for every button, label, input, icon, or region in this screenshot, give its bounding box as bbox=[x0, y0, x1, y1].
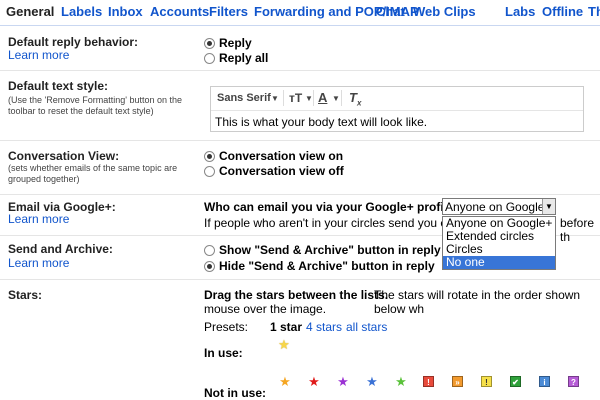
text-color-icon[interactable]: A bbox=[318, 90, 327, 105]
tab-web-clips[interactable]: Web Clips bbox=[413, 4, 476, 19]
green-check-icon[interactable]: ✔ bbox=[510, 376, 521, 387]
chevron-down-icon[interactable]: ▼ bbox=[305, 94, 313, 103]
tab-offline[interactable]: Offline bbox=[542, 4, 583, 19]
tab-themes[interactable]: Th bbox=[588, 4, 600, 19]
chevron-down-icon[interactable]: ▼ bbox=[271, 94, 279, 103]
blue-info-icon[interactable]: i bbox=[539, 376, 550, 387]
google-plus-select[interactable]: Anyone on Google+ ▼ bbox=[442, 198, 556, 215]
font-select[interactable]: Sans Serif bbox=[217, 92, 271, 104]
red-bang-icon[interactable]: ! bbox=[423, 376, 434, 387]
radio-icon[interactable] bbox=[204, 52, 215, 64]
conversation-on-option[interactable]: Conversation view on bbox=[204, 149, 343, 163]
radio-label: Reply all bbox=[219, 51, 269, 65]
google-plus-dropdown[interactable]: Anyone on Google+ Extended circles Circl… bbox=[442, 216, 556, 270]
radio-label: Hide "Send & Archive" button in reply bbox=[219, 259, 435, 273]
learn-more-link[interactable]: Learn more bbox=[8, 212, 69, 226]
text-size-icon[interactable]: ᴛT bbox=[289, 91, 302, 105]
tab-accounts[interactable]: Accounts bbox=[150, 4, 209, 19]
blue-star-icon[interactable]: ★ bbox=[365, 375, 379, 388]
radio-label: Show "Send & Archive" button in reply bbox=[219, 243, 441, 257]
yellow-bang-icon[interactable]: ! bbox=[481, 376, 492, 387]
stars-instructions: The stars will rotate in the order shown… bbox=[374, 288, 581, 316]
section-label: Stars: bbox=[8, 288, 43, 302]
tab-filters[interactable]: Filters bbox=[209, 4, 248, 19]
dropdown-option-highlighted[interactable]: No one bbox=[443, 256, 555, 269]
chevron-down-icon[interactable]: ▼ bbox=[332, 94, 340, 103]
in-use-label: In use: bbox=[204, 346, 243, 360]
section-label: Conversation View: bbox=[8, 149, 120, 163]
chevron-down-icon[interactable]: ▼ bbox=[542, 199, 555, 214]
radio-selected-icon[interactable] bbox=[204, 150, 215, 162]
radio-label: Conversation view on bbox=[219, 149, 344, 163]
preset-1-star[interactable]: 1 star bbox=[270, 320, 302, 334]
learn-more-link[interactable]: Learn more bbox=[8, 256, 69, 270]
tab-chat[interactable]: Chat bbox=[376, 4, 405, 19]
show-send-archive-option[interactable]: Show "Send & Archive" button in reply bbox=[204, 243, 441, 257]
tab-inbox[interactable]: Inbox bbox=[108, 4, 143, 19]
tab-labels[interactable]: Labels bbox=[61, 4, 102, 19]
purple-star-icon[interactable]: ★ bbox=[336, 375, 350, 388]
remove-formatting-icon[interactable]: Tx bbox=[349, 90, 361, 108]
stars-section: Stars: Drag the stars between the lists.… bbox=[0, 280, 600, 400]
radio-label: Conversation view off bbox=[219, 164, 344, 178]
reply-behavior-section: Default reply behavior: Learn more Reply… bbox=[0, 27, 600, 71]
divider bbox=[341, 90, 342, 106]
yellow-star-icon[interactable]: ★ bbox=[277, 338, 291, 351]
reply-option[interactable]: Reply bbox=[204, 36, 252, 50]
editor-toolbar: Sans Serif ▼ ᴛT ▼ A ▼ Tx bbox=[211, 87, 583, 111]
learn-more-link[interactable]: Learn more bbox=[8, 48, 69, 62]
section-hint: (Use the 'Remove Formatting' button on t… bbox=[8, 95, 183, 116]
section-label: Default reply behavior: bbox=[8, 35, 139, 49]
preset-all-stars[interactable]: all stars bbox=[346, 320, 387, 334]
green-star-icon[interactable]: ★ bbox=[394, 375, 408, 388]
not-in-use-label: Not in use: bbox=[204, 386, 266, 400]
settings-tabs: General Labels Inbox Accounts Filters Fo… bbox=[0, 0, 600, 26]
radio-selected-icon[interactable] bbox=[204, 260, 215, 272]
tab-general[interactable]: General bbox=[6, 4, 54, 19]
google-plus-question: Who can email you via your Google+ profi… bbox=[204, 200, 462, 214]
section-label: Send and Archive: bbox=[8, 242, 113, 256]
divider bbox=[283, 90, 284, 106]
preset-4-stars[interactable]: 4 stars bbox=[306, 320, 342, 334]
radio-selected-icon[interactable] bbox=[204, 37, 215, 49]
orange-guillemet-icon[interactable]: » bbox=[452, 376, 463, 387]
stars-instructions-bold: Drag the stars between the lists. bbox=[204, 288, 389, 302]
radio-icon[interactable] bbox=[204, 244, 215, 256]
orange-star-icon[interactable]: ★ bbox=[278, 375, 292, 388]
tab-labs[interactable]: Labs bbox=[505, 4, 535, 19]
radio-icon[interactable] bbox=[204, 165, 215, 177]
google-plus-note: If people who aren't in your circles sen… bbox=[204, 216, 476, 230]
presets-label: Presets: bbox=[204, 320, 249, 334]
select-value: Anyone on Google+ bbox=[445, 200, 552, 214]
section-label: Default text style: bbox=[8, 79, 109, 93]
stars-instructions-line2: mouse over the image. bbox=[204, 302, 327, 316]
conversation-view-section: Conversation View: (sets whether emails … bbox=[0, 141, 600, 195]
red-star-icon[interactable]: ★ bbox=[307, 375, 321, 388]
section-hint: (sets whether emails of the same topic a… bbox=[8, 163, 178, 184]
conversation-off-option[interactable]: Conversation view off bbox=[204, 164, 344, 178]
sample-text[interactable]: This is what your body text will look li… bbox=[215, 115, 427, 129]
radio-label: Reply bbox=[219, 36, 252, 50]
purple-question-icon[interactable]: ? bbox=[568, 376, 579, 387]
hide-send-archive-option[interactable]: Hide "Send & Archive" button in reply bbox=[204, 259, 435, 273]
divider bbox=[313, 90, 314, 106]
reply-all-option[interactable]: Reply all bbox=[204, 51, 268, 65]
text-style-editor[interactable]: Sans Serif ▼ ᴛT ▼ A ▼ Tx This is what yo… bbox=[210, 86, 584, 132]
